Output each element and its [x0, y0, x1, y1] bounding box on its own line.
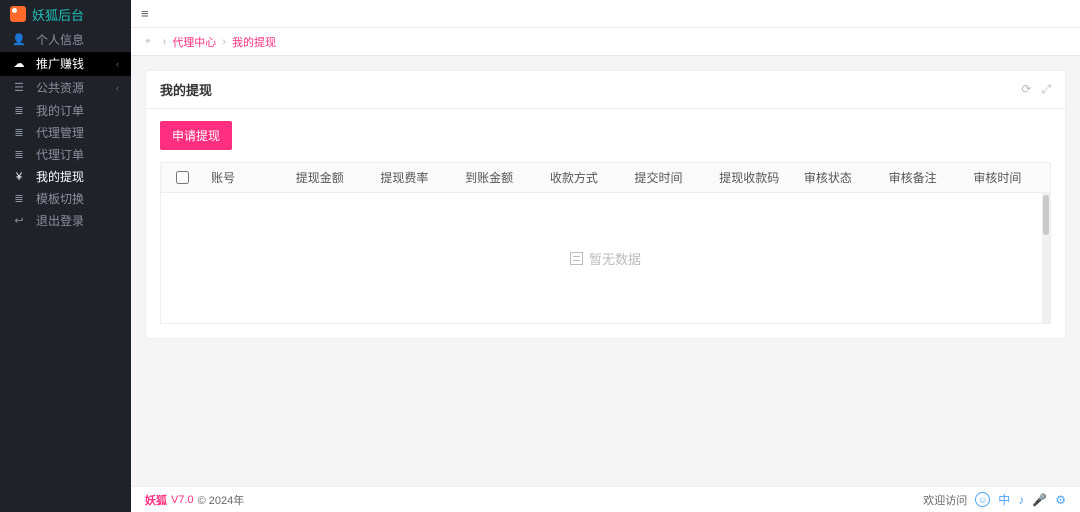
sidebar-item-label: 推广赚钱	[36, 53, 116, 75]
topbar: ≡	[131, 0, 1080, 28]
col-audit-time: 审核时间	[965, 169, 1050, 186]
footer-brand: 妖狐	[145, 492, 167, 508]
cloud-icon: ☁	[12, 53, 26, 75]
card-body: 申请提现 账号 提现金额 提现费率 到账金额 收款方式 提交时间 提现收款码 审…	[146, 109, 1065, 338]
breadcrumb-item[interactable]: 代理中心	[172, 34, 216, 50]
sidebar-header: 妖狐后台	[0, 0, 131, 28]
yen-icon: ¥	[12, 166, 26, 188]
menu-toggle-icon[interactable]: ≡	[141, 6, 149, 21]
sidebar-item-label: 公共资源	[36, 77, 116, 99]
chevron-left-icon: ‹	[116, 53, 119, 75]
settings-icon[interactable]: ⚙	[1055, 493, 1066, 507]
sound-icon[interactable]: ♪	[1018, 493, 1024, 507]
col-withdraw-amount: 提现金额	[288, 169, 373, 186]
footer-year: © 2024年	[198, 492, 245, 508]
list-icon: ≣	[12, 144, 26, 166]
app-title: 妖狐后台	[32, 5, 84, 24]
user-icon: 👤	[12, 29, 26, 51]
select-all-checkbox[interactable]	[176, 171, 189, 184]
lang-icon[interactable]: 中	[998, 491, 1010, 508]
col-audit-remark: 审核备注	[881, 169, 966, 186]
content: 我的提现 ⟳ ⤢ 申请提现 账号 提现金额 提现费率 到账金	[131, 56, 1080, 486]
card: 我的提现 ⟳ ⤢ 申请提现 账号 提现金额 提现费率 到账金	[145, 70, 1066, 339]
footer-version: V7.0	[171, 494, 194, 506]
footer: 妖狐 V7.0 © 2024年 欢迎访问 ☺ 中 ♪ 🎤 ⚙	[131, 486, 1080, 512]
sidebar-item-my-withdraw[interactable]: ¥ 我的提现	[0, 166, 131, 188]
sidebar-menu: 👤 个人信息 ☁ 推广赚钱 ‹ ☰ 公共资源 ‹ ≣ 我的订单 ≣ 代理管理 ≣…	[0, 28, 131, 512]
breadcrumb: ⌖ › 代理中心 › 我的提现	[131, 28, 1080, 56]
col-submit-time: 提交时间	[627, 169, 712, 186]
refresh-icon[interactable]: ⟳	[1021, 82, 1031, 97]
list-icon: ≣	[12, 100, 26, 122]
sidebar-item-agent-manage[interactable]: ≣ 代理管理	[0, 122, 131, 144]
breadcrumb-sep: ›	[163, 36, 167, 48]
list-icon: ≣	[12, 122, 26, 144]
chat-icon[interactable]: ☺	[975, 492, 990, 507]
breadcrumb-sep: ›	[222, 36, 226, 48]
card-tools: ⟳ ⤢	[1021, 82, 1051, 97]
sidebar: 妖狐后台 👤 个人信息 ☁ 推广赚钱 ‹ ☰ 公共资源 ‹ ≣ 我的订单 ≣ 代…	[0, 0, 131, 512]
table-body: 暂无数据	[161, 193, 1050, 323]
list-icon: ☰	[12, 77, 26, 99]
card-header: 我的提现 ⟳ ⤢	[146, 71, 1065, 109]
sidebar-item-label: 退出登录	[36, 210, 119, 232]
sidebar-item-template-switch[interactable]: ≣ 模板切换	[0, 188, 131, 210]
table: 账号 提现金额 提现费率 到账金额 收款方式 提交时间 提现收款码 审核状态 审…	[160, 162, 1051, 324]
chevron-left-icon: ‹	[116, 77, 119, 99]
sidebar-item-label: 个人信息	[36, 29, 119, 51]
apply-withdraw-button[interactable]: 申请提现	[160, 121, 232, 150]
sidebar-item-agent-orders[interactable]: ≣ 代理订单	[0, 144, 131, 166]
col-receipt-code: 提现收款码	[711, 169, 796, 186]
sidebar-item-public-resources[interactable]: ☰ 公共资源 ‹	[0, 76, 131, 100]
col-fee-rate: 提现费率	[372, 169, 457, 186]
logout-icon: ↩	[12, 210, 26, 232]
no-data-text: 暂无数据	[589, 249, 641, 268]
mic-icon[interactable]: 🎤	[1032, 493, 1047, 507]
col-audit-status: 审核状态	[796, 169, 881, 186]
location-icon: ⌖	[145, 36, 151, 47]
sidebar-item-profile[interactable]: 👤 个人信息	[0, 28, 131, 52]
sidebar-item-promotion[interactable]: ☁ 推广赚钱 ‹	[0, 52, 131, 76]
col-account: 账号	[203, 169, 288, 186]
sidebar-item-label: 模板切换	[36, 188, 119, 210]
list-icon: ≣	[12, 188, 26, 210]
col-pay-method: 收款方式	[542, 169, 627, 186]
no-data-icon	[570, 252, 583, 265]
expand-icon[interactable]: ⤢	[1041, 82, 1051, 97]
select-all-cell	[161, 171, 203, 184]
footer-right: 欢迎访问 ☺ 中 ♪ 🎤 ⚙	[923, 491, 1066, 508]
sidebar-item-label: 我的订单	[36, 100, 119, 122]
col-received-amount: 到账金额	[457, 169, 542, 186]
sidebar-item-logout[interactable]: ↩ 退出登录	[0, 210, 131, 232]
footer-welcome: 欢迎访问	[923, 492, 967, 508]
sidebar-item-label: 我的提现	[36, 166, 119, 188]
sidebar-item-my-orders[interactable]: ≣ 我的订单	[0, 100, 131, 122]
sidebar-item-label: 代理订单	[36, 144, 119, 166]
table-vscrollbar[interactable]	[1042, 193, 1050, 323]
table-header: 账号 提现金额 提现费率 到账金额 收款方式 提交时间 提现收款码 审核状态 审…	[161, 163, 1050, 193]
scrollbar-thumb[interactable]	[1043, 195, 1049, 235]
card-title: 我的提现	[160, 80, 212, 99]
breadcrumb-item[interactable]: 我的提现	[232, 34, 276, 50]
app-logo-icon	[10, 6, 26, 22]
no-data: 暂无数据	[570, 249, 641, 268]
sidebar-item-label: 代理管理	[36, 122, 119, 144]
main: ≡ ⌖ › 代理中心 › 我的提现 我的提现 ⟳ ⤢ 申请提现	[131, 0, 1080, 512]
